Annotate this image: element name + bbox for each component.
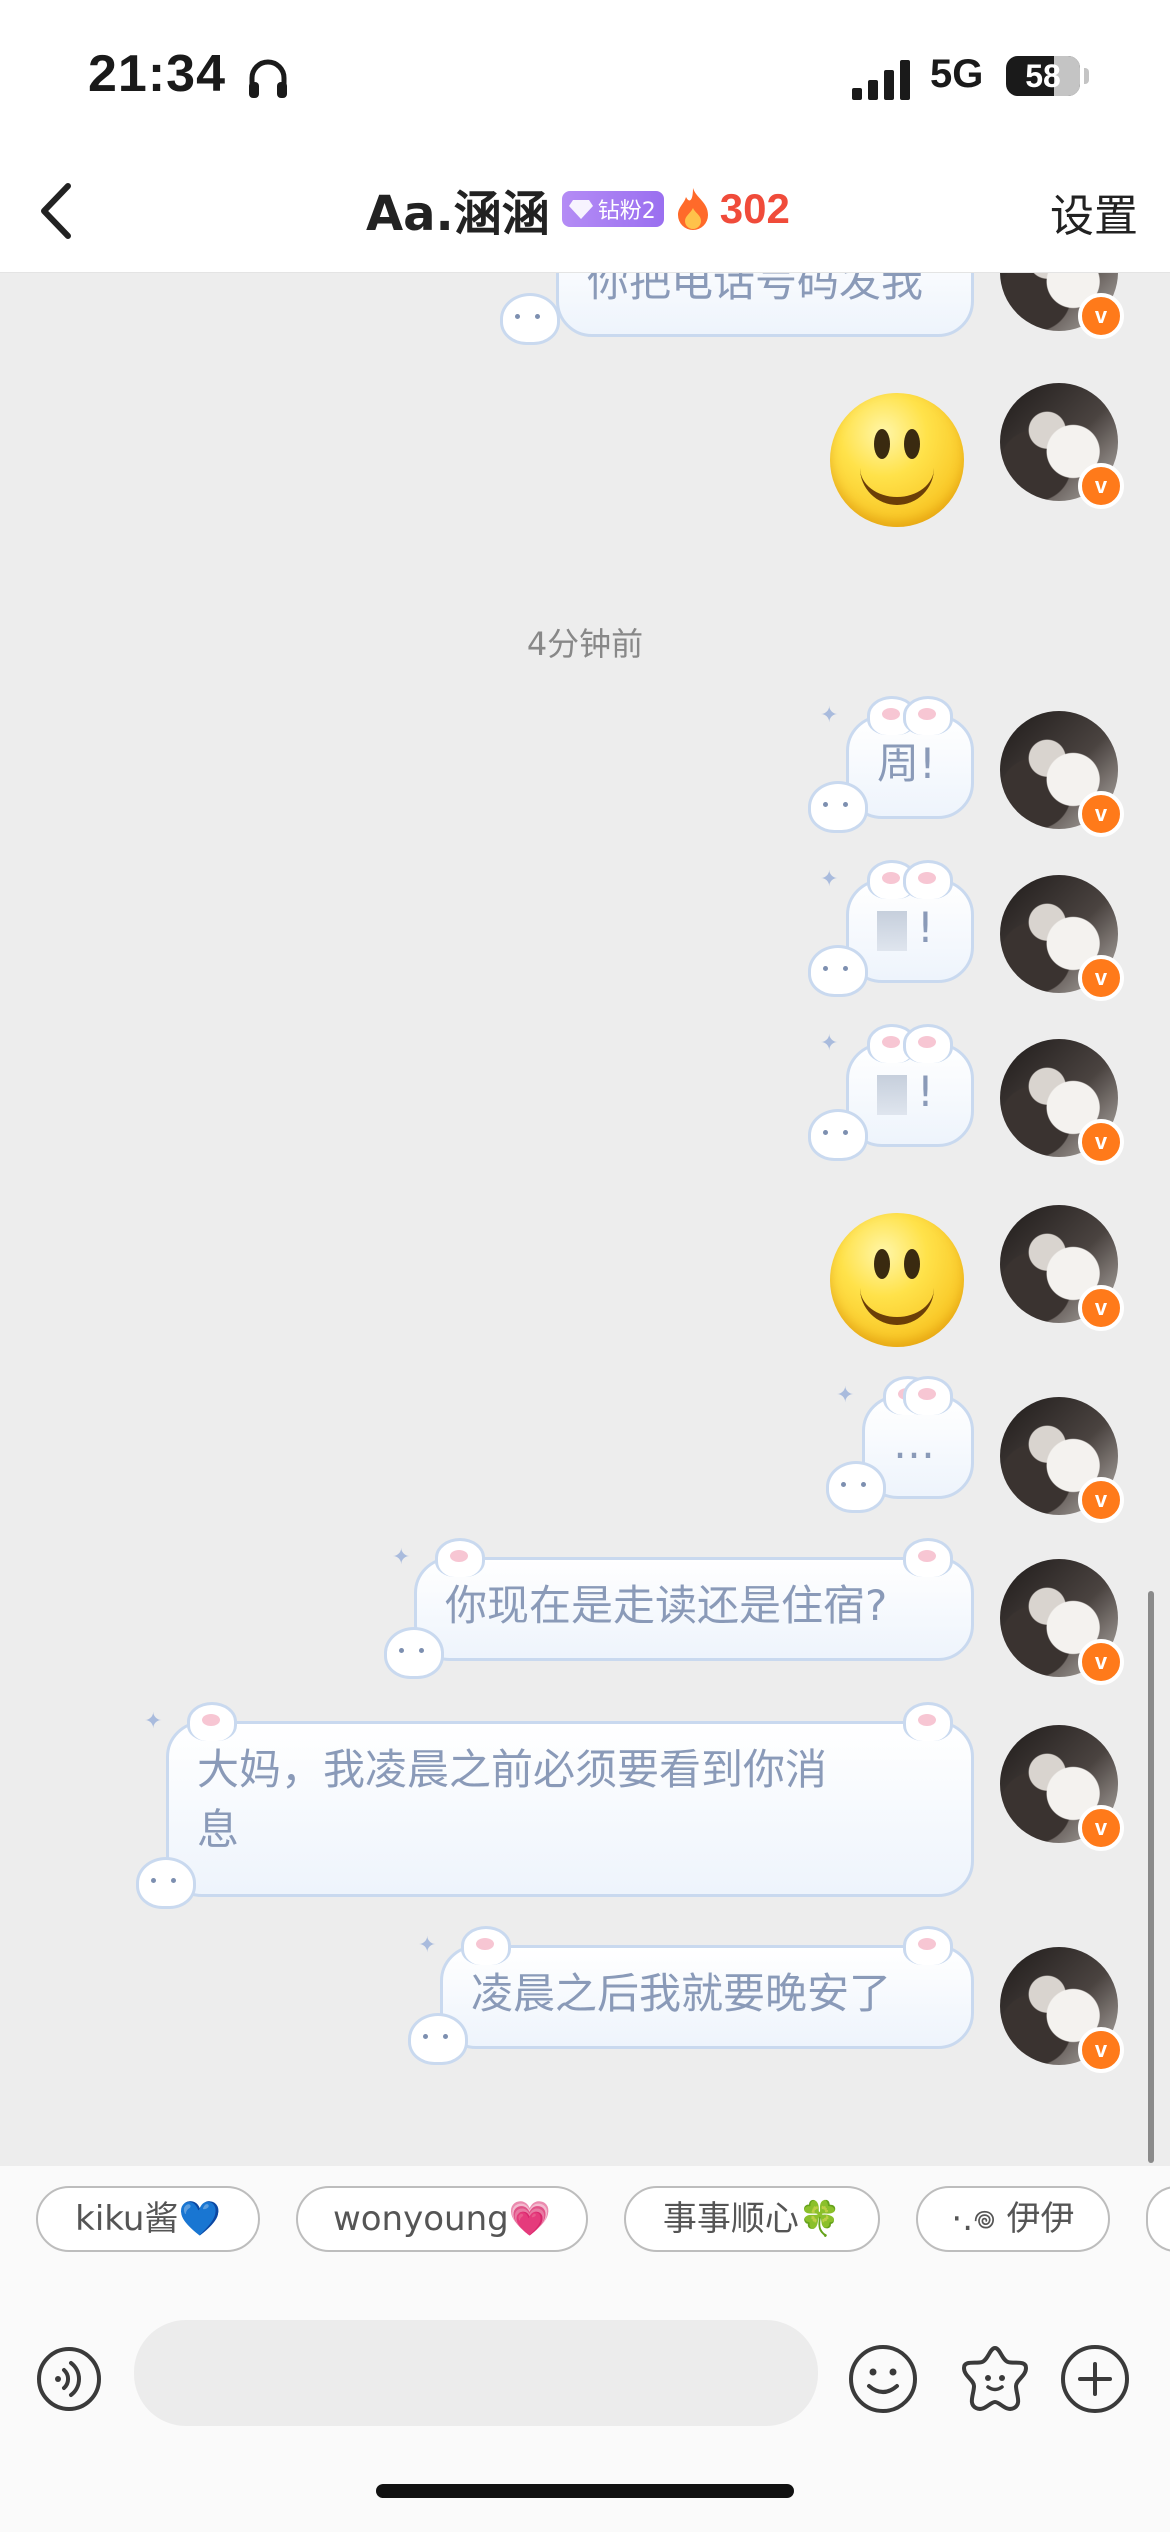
mascot-sticker — [826, 1461, 886, 1513]
mascot-sticker — [500, 293, 560, 345]
smile-emoji[interactable] — [830, 393, 964, 527]
title-group: Aa.涵涵 钻粉2 302 — [366, 174, 790, 244]
sparkle-decoration: ✦ — [820, 1031, 839, 1056]
signal-icon — [852, 60, 910, 100]
sparkle-decoration: ✦ — [392, 1545, 411, 1570]
fan-level-badge: 钻粉2 — [561, 191, 664, 227]
verified-v-icon: v — [1078, 791, 1124, 837]
diamond-icon — [568, 200, 593, 219]
mascot-sticker — [408, 2013, 468, 2065]
status-time: 21:34 — [88, 45, 226, 103]
message-text: … — [893, 1419, 935, 1468]
home-indicator — [376, 2484, 794, 2498]
chat-screen: 21:34 5G 58 Aa.涵涵 钻粉2 302 设置 你把电话号码发我 v … — [0, 0, 1170, 2532]
mascot-sticker — [136, 1857, 196, 1909]
mascot-sticker — [808, 945, 868, 997]
sparkle-decoration: ✦ — [820, 703, 839, 728]
battery-nub — [1084, 68, 1089, 84]
message-text: 凌晨之后我就要晚安了 — [471, 1969, 892, 2018]
verified-v-icon: v — [1078, 463, 1124, 509]
status-bar: 21:34 5G 58 — [0, 0, 1170, 150]
verified-v-icon: v — [1078, 1119, 1124, 1165]
quick-tag-partial[interactable] — [1146, 2186, 1170, 2252]
mascot-sticker — [384, 1627, 444, 1679]
quick-reply-tags: kiku酱💙 wonyoung💗 事事顺心🍀 ·.𖦹 伊伊 — [0, 2166, 1170, 2278]
battery-level: 58 — [1025, 58, 1061, 94]
voice-icon[interactable] — [36, 2346, 102, 2412]
emoji-icon[interactable] — [846, 2342, 920, 2416]
streak-count: 302 — [719, 185, 790, 232]
verified-v-icon: v — [1078, 955, 1124, 1001]
chat-header: Aa.涵涵 钻粉2 302 设置 — [0, 150, 1170, 273]
message-text: 周! — [877, 739, 936, 788]
quick-tag[interactable]: wonyoung💗 — [296, 2186, 588, 2252]
message-text: 你把电话号码发我 — [587, 273, 924, 306]
message-text: ! — [917, 1067, 934, 1116]
mascot-sticker — [808, 781, 868, 833]
verified-v-icon: v — [1078, 1639, 1124, 1685]
message-text: 你现在是走读还是住宿? — [445, 1581, 888, 1630]
quick-tag[interactable]: 事事顺心🍀 — [624, 2186, 880, 2252]
sparkle-decoration: ✦ — [144, 1709, 163, 1734]
message-bubble[interactable]: 凌晨之后我就要晚安了 — [440, 1926, 974, 2049]
mascot-sticker — [808, 1109, 868, 1161]
settings-button[interactable]: 设置 — [1050, 180, 1138, 244]
message-input[interactable] — [134, 2320, 818, 2426]
chat-title[interactable]: Aa.涵涵 — [366, 174, 550, 244]
fan-badge-label: 钻粉2 — [597, 199, 656, 224]
pixelated-text — [877, 910, 907, 951]
message-timestamp: 4分钟前 — [526, 625, 644, 663]
plus-icon[interactable] — [1058, 2342, 1132, 2416]
back-arrow-icon[interactable] — [30, 176, 86, 246]
message-bubble[interactable]: 大妈，我凌晨之前必须要看到你消 息 — [166, 1702, 974, 1897]
network-label: 5G — [930, 52, 984, 96]
verified-v-icon: v — [1078, 1477, 1124, 1523]
verified-v-icon: v — [1078, 1285, 1124, 1331]
input-bar — [0, 2278, 1170, 2532]
message-text: ! — [917, 903, 934, 952]
verified-v-icon: v — [1078, 1805, 1124, 1851]
sparkle-decoration: ✦ — [820, 867, 839, 892]
sparkle-decoration: ✦ — [418, 1933, 437, 1958]
quick-tag[interactable]: ·.𖦹 伊伊 — [916, 2186, 1110, 2252]
message-bubble[interactable]: 你现在是走读还是住宿? — [414, 1538, 974, 1661]
smile-emoji[interactable] — [830, 1213, 964, 1347]
sticker-icon[interactable] — [958, 2342, 1032, 2416]
sparkle-decoration: ✦ — [836, 1383, 855, 1408]
flame-icon — [677, 188, 708, 230]
quick-tag[interactable]: kiku酱💙 — [36, 2186, 260, 2252]
message-list[interactable]: 你把电话号码发我 v v 4分钟前 周! ✦ v ! ✦ v ! ✦ v v …… — [0, 273, 1170, 2166]
scrollbar[interactable] — [1148, 1591, 1154, 2163]
message-bubble[interactable]: 你把电话号码发我 — [556, 273, 974, 337]
message-text: 大妈，我凌晨之前必须要看到你消 息 — [197, 1745, 828, 1854]
pixelated-text — [877, 1074, 907, 1115]
battery-icon: 58 — [1006, 56, 1080, 96]
verified-v-icon: v — [1078, 293, 1124, 339]
verified-v-icon: v — [1078, 2027, 1124, 2073]
headphone-icon — [249, 59, 287, 98]
